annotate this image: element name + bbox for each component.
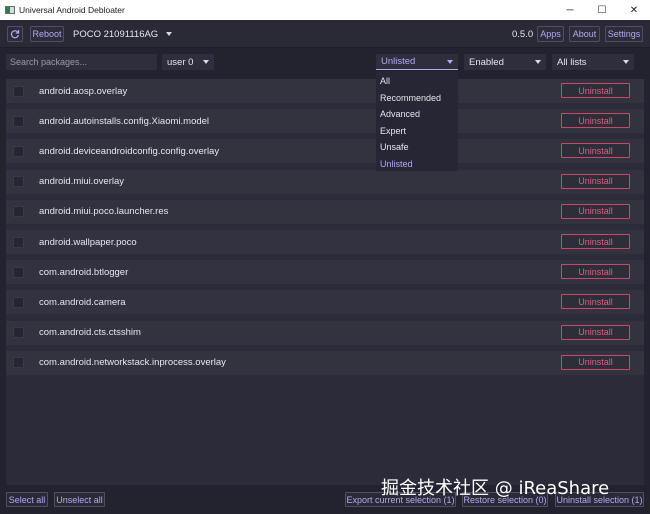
state-filter-value: Enabled	[469, 56, 504, 68]
package-checkbox[interactable]	[13, 85, 24, 97]
window-title: Universal Android Debloater	[19, 5, 125, 15]
refresh-icon	[10, 30, 20, 39]
watermark: 掘金技术社区 @ iReaShare	[381, 478, 610, 499]
list-item: android.deviceandroidconfig.config.overl…	[6, 139, 644, 164]
package-name: android.autoinstalls.config.Xiaomi.model	[39, 115, 210, 127]
package-checkbox[interactable]	[13, 176, 24, 188]
package-list[interactable]: android.aosp.overlay Uninstall android.a…	[6, 79, 644, 485]
dropdown-option-expert[interactable]: Expert	[376, 123, 458, 140]
unselect-all-button[interactable]: Unselect all	[54, 492, 105, 507]
package-name: com.android.btlogger	[39, 266, 129, 278]
chevron-down-icon	[203, 60, 209, 64]
uninstall-button[interactable]: Uninstall	[561, 234, 630, 249]
dropdown-option-recommended[interactable]: Recommended	[376, 90, 458, 107]
list-source-value: All lists	[557, 56, 587, 68]
list-item: android.autoinstalls.config.Xiaomi.model…	[6, 109, 644, 134]
user-select-value: user 0	[167, 56, 194, 68]
dropdown-option-unsafe[interactable]: Unsafe	[376, 139, 458, 156]
dropdown-option-unlisted[interactable]: Unlisted	[376, 156, 458, 173]
reboot-button[interactable]: Reboot	[30, 26, 64, 42]
list-item: com.android.btlogger Uninstall	[6, 260, 644, 285]
search-input[interactable]	[6, 54, 157, 70]
minimize-button[interactable]: ─	[554, 0, 586, 20]
user-select[interactable]: user 0	[162, 54, 214, 70]
package-checkbox[interactable]	[13, 296, 24, 308]
dropdown-option-all[interactable]: All	[376, 73, 458, 90]
uninstall-button[interactable]: Uninstall	[561, 324, 630, 340]
chevron-down-icon	[535, 60, 541, 64]
dropdown-option-advanced[interactable]: Advanced	[376, 106, 458, 123]
list-filter-value: Unlisted	[381, 56, 416, 67]
package-checkbox[interactable]	[13, 236, 24, 248]
uninstall-button[interactable]: Uninstall	[561, 354, 630, 370]
list-filter-dropdown: All Recommended Advanced Expert Unsafe U…	[376, 71, 458, 171]
list-item: android.miui.poco.launcher.res Uninstall	[6, 199, 644, 224]
window-titlebar: Universal Android Debloater ─ ☐ ✕	[0, 0, 650, 20]
package-checkbox[interactable]	[13, 145, 24, 157]
list-item: com.android.camera Uninstall	[6, 290, 644, 315]
device-select[interactable]: POCO 21091116AG	[73, 26, 173, 42]
list-item: com.android.cts.ctsshim Uninstall	[6, 320, 644, 345]
list-item: android.aosp.overlay Uninstall	[6, 79, 644, 103]
chevron-down-icon	[623, 60, 629, 64]
close-button[interactable]: ✕	[618, 0, 650, 20]
refresh-button[interactable]	[7, 26, 23, 42]
settings-button[interactable]: Settings	[605, 26, 643, 42]
chevron-down-icon	[166, 32, 173, 36]
package-name: com.android.camera	[39, 296, 126, 308]
state-filter-select[interactable]: Enabled	[464, 54, 546, 70]
package-checkbox[interactable]	[13, 206, 24, 218]
filter-bar: user 0 Unlisted Enabled All lists	[0, 48, 650, 76]
window-controls: ─ ☐ ✕	[554, 0, 650, 20]
list-item: android.wallpaper.poco Uninstall	[6, 230, 644, 254]
uninstall-button[interactable]: Uninstall	[561, 143, 630, 159]
chevron-down-icon	[447, 59, 453, 64]
list-item: com.android.networkstack.inprocess.overl…	[6, 350, 644, 375]
package-name: android.deviceandroidconfig.config.overl…	[39, 145, 220, 157]
package-name: com.android.cts.ctsshim	[39, 327, 141, 339]
uninstall-button[interactable]: Uninstall	[561, 113, 630, 129]
app-logo-icon	[5, 6, 15, 14]
package-name: android.aosp.overlay	[39, 85, 128, 97]
list-source-select[interactable]: All lists	[552, 54, 634, 70]
uninstall-button[interactable]: Uninstall	[561, 83, 630, 98]
about-button[interactable]: About	[569, 26, 600, 42]
uninstall-button[interactable]: Uninstall	[561, 203, 630, 219]
select-all-button[interactable]: Select all	[6, 492, 48, 507]
list-item: android.miui.overlay Uninstall	[6, 169, 644, 194]
package-name: android.miui.overlay	[39, 176, 125, 188]
package-name: android.wallpaper.poco	[39, 236, 137, 248]
package-checkbox[interactable]	[13, 115, 24, 127]
package-name: com.android.networkstack.inprocess.overl…	[39, 357, 226, 369]
device-name: POCO 21091116AG	[73, 28, 159, 40]
toolbar: Reboot POCO 21091116AG 0.5.0 Apps About …	[0, 20, 650, 48]
list-filter-select[interactable]: Unlisted	[376, 54, 458, 70]
uninstall-button[interactable]: Uninstall	[561, 294, 630, 310]
uninstall-button[interactable]: Uninstall	[561, 264, 630, 280]
package-checkbox[interactable]	[13, 327, 24, 339]
package-checkbox[interactable]	[13, 357, 24, 369]
package-checkbox[interactable]	[13, 266, 24, 278]
package-name: android.miui.poco.launcher.res	[39, 206, 169, 218]
uninstall-button[interactable]: Uninstall	[561, 173, 630, 189]
maximize-button[interactable]: ☐	[586, 0, 618, 20]
apps-button[interactable]: Apps	[537, 26, 564, 42]
app-version: 0.5.0	[512, 29, 534, 40]
